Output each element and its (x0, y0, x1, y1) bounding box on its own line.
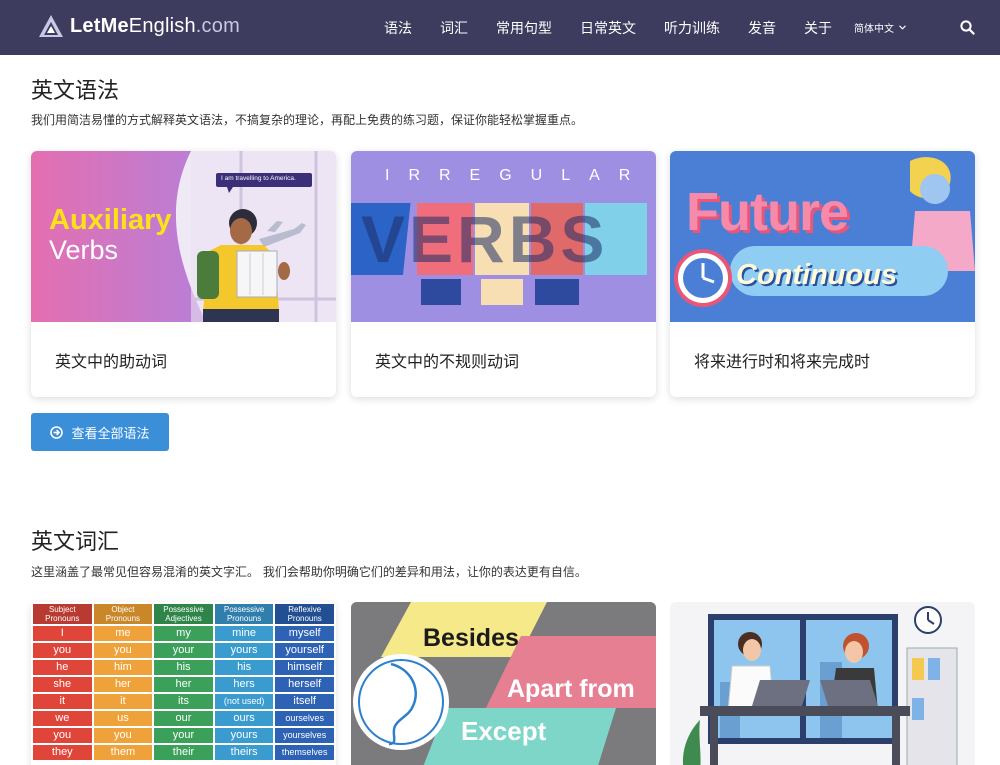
pronoun-table-cell: their (154, 745, 213, 760)
grammar-card-irregular-verbs[interactable]: IRREGULAR VERBS 英文中的不规则动词 (351, 151, 656, 397)
pronoun-table-cell: he (33, 660, 92, 675)
pronoun-table-cell: we (33, 711, 92, 726)
pronoun-table-cell: my (154, 626, 213, 641)
vocab-card-pronouns[interactable]: Subject Pronouns Object Pronouns Possessiv… (31, 602, 336, 765)
vocab-word-apart-from: Apart from (507, 675, 635, 703)
vocab-word-besides: Besides (423, 624, 519, 652)
menu-about[interactable]: 关于 (790, 18, 846, 38)
vocab-section-description: 这里涵盖了最常见但容易混淆的英文字汇。 我们会帮助你明确它们的差异和用法，让你的… (31, 565, 587, 579)
logo-text: LetMeEnglish.com (70, 14, 240, 37)
language-label: 简体中文 (854, 24, 894, 35)
pronoun-table-cell: his (214, 660, 274, 675)
pronoun-table-cell: you (33, 728, 92, 743)
pronoun-table-cell: you (33, 643, 92, 658)
vocab-card-office[interactable] (670, 602, 975, 765)
vocab-word-except: Except (461, 716, 547, 746)
pronoun-table-header: Subject Pronouns (33, 604, 92, 624)
grammar-card-auxiliary-verbs[interactable]: I am travelling to America. Auxiliary Ve… (31, 151, 336, 397)
card-image-top-text: IRREGULAR (385, 167, 650, 184)
pronoun-table: Subject Pronouns Object Pronouns Possessiv… (33, 604, 334, 760)
card-title: 将来进行时和将来完成时 (694, 352, 871, 371)
pronoun-table-cell: she (33, 677, 92, 692)
pronoun-table-cell: hers (214, 677, 274, 692)
pronoun-table-cell: your (154, 643, 213, 658)
menu-listening[interactable]: 听力训练 (650, 18, 734, 38)
pronoun-table-cell: yours (214, 643, 274, 658)
menu-vocabulary[interactable]: 词汇 (426, 18, 482, 38)
card-image-line2: Continuous (736, 259, 898, 291)
card-title: 英文中的助动词 (55, 352, 168, 371)
pronoun-table-cell: himself (275, 660, 334, 675)
card-image-main-text: VERBS (361, 202, 609, 276)
pronoun-table-cell: her (93, 677, 153, 692)
pronoun-table-cell: his (154, 660, 213, 675)
menu-daily-english[interactable]: 日常英文 (566, 18, 650, 38)
pronoun-table-cell: us (93, 711, 153, 726)
pronoun-table-cell: herself (275, 677, 334, 692)
vocab-section-title: 英文词汇 (31, 530, 120, 555)
card-image-heading: Auxiliary Verbs (49, 205, 172, 265)
pronoun-table-cell: I (33, 626, 92, 641)
pronoun-table-cell: themselves (275, 745, 334, 760)
search-icon (960, 20, 975, 35)
pronoun-table-cell: her (154, 677, 213, 692)
card-image-line2: Verbs (49, 235, 119, 265)
pronoun-table-cell: him (93, 660, 153, 675)
pronoun-table-cell: you (93, 643, 153, 658)
pronoun-table-cell: our (154, 711, 213, 726)
pronoun-table-cell: me (93, 626, 153, 641)
view-all-grammar-button[interactable]: 查看全部语法 (31, 413, 169, 451)
card-title: 英文中的不规则动词 (375, 352, 520, 371)
pronoun-table-cell: ourselves (275, 711, 334, 726)
pronoun-table-cell: them (93, 745, 153, 760)
pronoun-table-cell: ours (214, 711, 274, 726)
pronoun-table-header: Possessive Adjectives (154, 604, 213, 624)
top-navbar: LetMeEnglish.com 语法 词汇 常用句型 日常英文 听力训练 发音… (0, 0, 1000, 55)
pronoun-table-cell: you (93, 728, 153, 743)
pronoun-table-cell: (not used) (214, 694, 274, 709)
menu-grammar[interactable]: 语法 (370, 18, 426, 38)
pronoun-table-cell: itself (275, 694, 334, 709)
pronoun-table-header: Reflexive Pronouns (275, 604, 334, 624)
view-all-grammar-label: 查看全部语法 (71, 426, 150, 442)
card-image-bubble: I am travelling to America. (221, 175, 296, 182)
grammar-section-title: 英文语法 (31, 79, 120, 104)
card-image-line1: Future (686, 182, 849, 242)
menu-pronunciation[interactable]: 发音 (734, 18, 790, 38)
card-image-line1: Auxiliary (49, 204, 172, 236)
main-menu: 语法 词汇 常用句型 日常英文 听力训练 发音 关于 简体中文 (370, 0, 906, 55)
pronoun-table-cell: theirs (214, 745, 274, 760)
language-selector[interactable]: 简体中文 (854, 20, 906, 35)
pronoun-table-cell: myself (275, 626, 334, 641)
pronoun-table-cell: yourself (275, 643, 334, 658)
pronoun-table-cell: they (33, 745, 92, 760)
pronoun-table-cell: its (154, 694, 213, 709)
pronoun-table-cell: mine (214, 626, 274, 641)
grammar-card-future-tenses[interactable]: Future Continuous 将来进行时和将来完成时 (670, 151, 975, 397)
card-image (670, 602, 975, 765)
pronoun-table-header: Object Pronouns (93, 604, 153, 624)
pronoun-table-cell: it (33, 694, 92, 709)
search-button[interactable] (960, 20, 975, 39)
card-image: IRREGULAR VERBS (351, 151, 656, 322)
pronoun-table-header: Possessive Pronouns (214, 604, 274, 624)
vocab-card-besides-except[interactable]: Besides Apart from Except (351, 602, 656, 765)
site-logo[interactable]: LetMeEnglish.com (38, 14, 240, 38)
card-image: I am travelling to America. Auxiliary Ve… (31, 151, 336, 322)
logo-triangle-icon (39, 15, 63, 37)
grammar-section-description: 我们用简洁易懂的方式解释英文语法，不搞复杂的理论，再配上免费的练习题，保证你能轻… (31, 113, 584, 127)
pronoun-table-cell: yours (214, 728, 274, 743)
pronoun-table-cell: your (154, 728, 213, 743)
pronoun-table-cell: yourselves (275, 728, 334, 743)
card-image: Future Continuous (670, 151, 975, 322)
chevron-down-icon (899, 25, 906, 30)
arrow-circle-right-icon (50, 425, 64, 439)
menu-sentence-patterns[interactable]: 常用句型 (482, 18, 566, 38)
pronoun-table-cell: it (93, 694, 153, 709)
